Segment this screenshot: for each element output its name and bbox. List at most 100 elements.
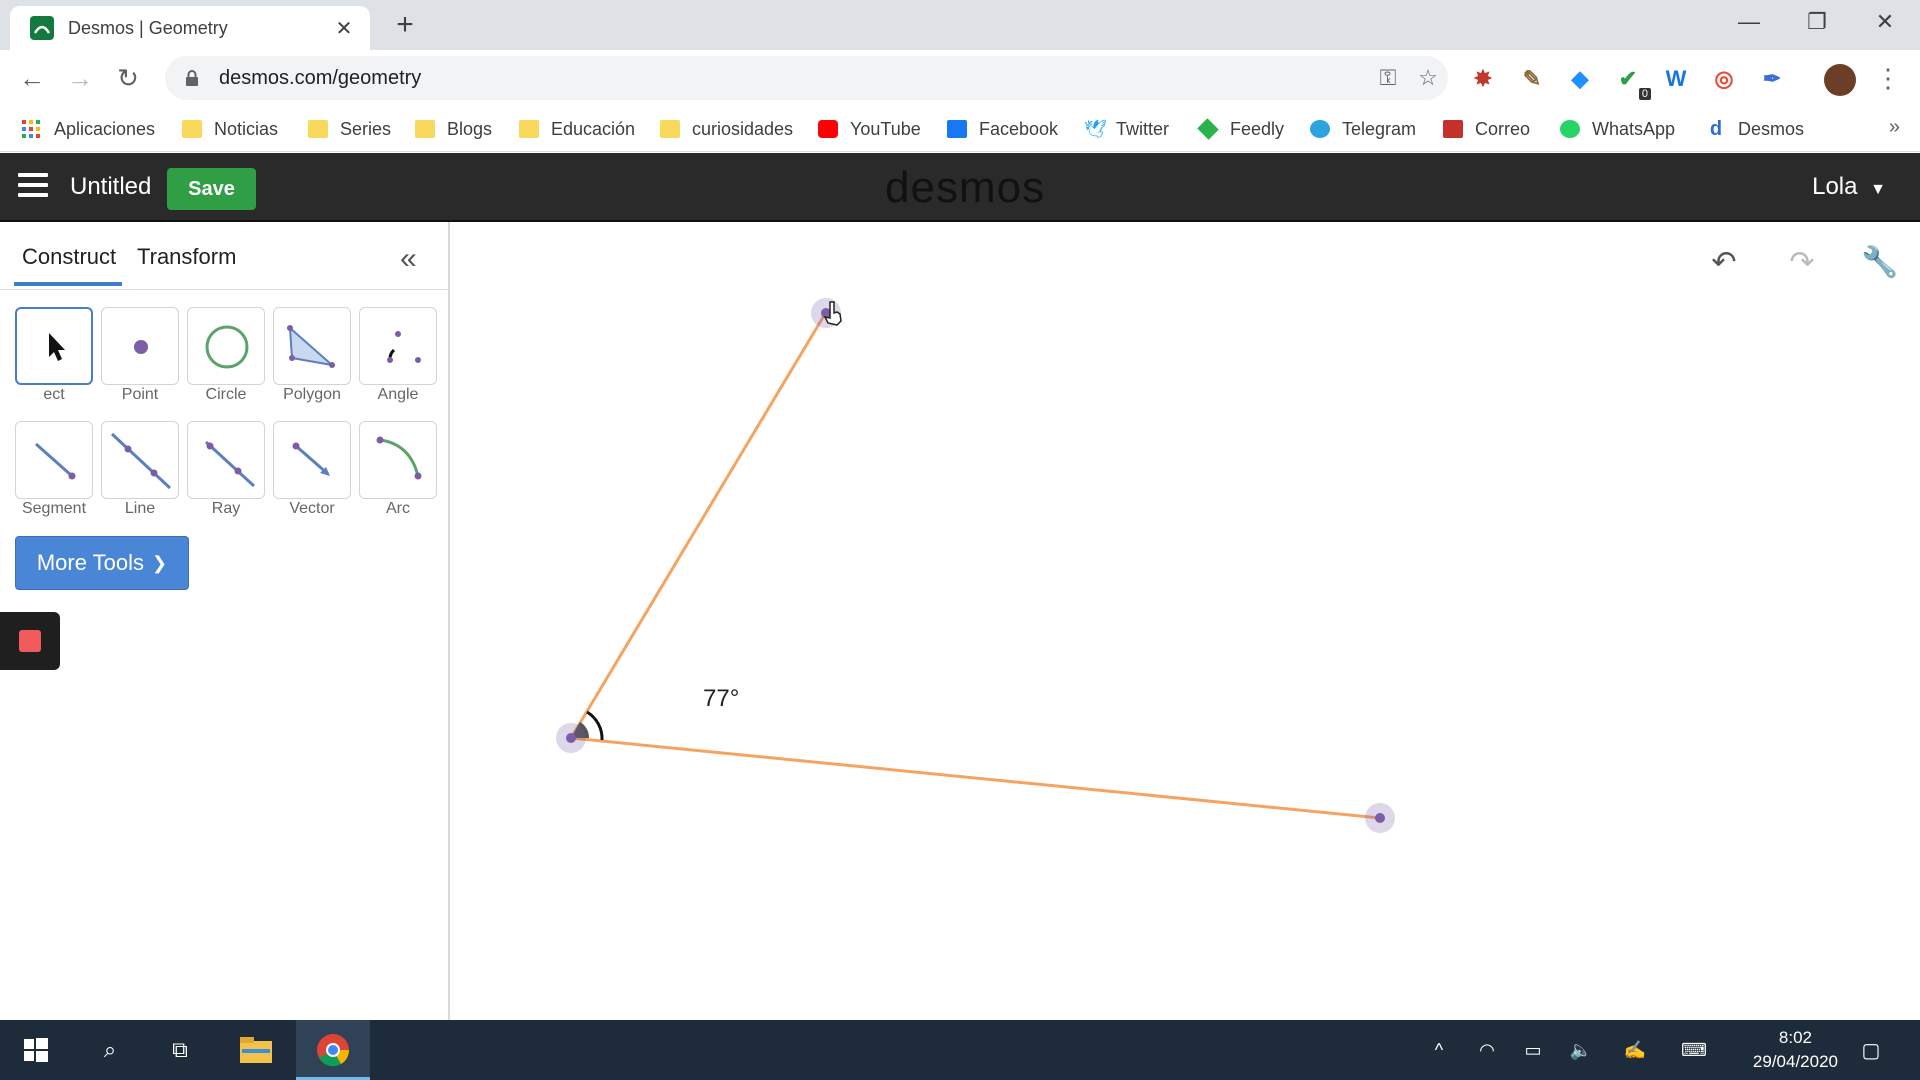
battery-icon[interactable]: ▭ xyxy=(1518,1030,1548,1070)
file-explorer-icon[interactable] xyxy=(236,1030,276,1070)
tab-transform[interactable]: Transform xyxy=(137,244,236,270)
browser-tab[interactable]: Desmos | Geometry ✕ xyxy=(10,6,370,50)
bookmark-blogs[interactable]: Blogs xyxy=(415,114,492,144)
hamburger-menu-icon[interactable] xyxy=(18,173,48,201)
bookmark-telegram[interactable]: Telegram xyxy=(1310,114,1416,144)
forward-arrow-icon[interactable]: → xyxy=(60,60,100,96)
tool-arc[interactable] xyxy=(359,421,437,499)
segment-b[interactable] xyxy=(570,736,1381,820)
bookmark-label: Facebook xyxy=(979,118,1059,139)
folder-icon xyxy=(308,120,328,138)
tool-point[interactable] xyxy=(101,307,179,385)
extension-red-gear-icon[interactable]: ✸ xyxy=(1468,64,1498,94)
app-header: Untitled Save desmos Lola ▼ xyxy=(0,153,1920,222)
tab-title: Desmos | Geometry xyxy=(68,17,228,38)
volume-icon[interactable]: 🔈 xyxy=(1566,1030,1596,1070)
bookmark-facebook[interactable]: Facebook xyxy=(947,114,1058,144)
more-tools-button[interactable]: More Tools ❯ xyxy=(15,536,189,590)
address-bar[interactable]: desmos.com/geometry ⚿ ☆ xyxy=(165,56,1448,100)
extension-feather-icon[interactable]: ✒ xyxy=(1757,64,1787,94)
key-icon[interactable]: ⚿ xyxy=(1368,65,1408,91)
recording-stop-button[interactable] xyxy=(0,612,60,670)
bookmark-label: Blogs xyxy=(447,118,493,139)
tool-polygon[interactable] xyxy=(273,307,351,385)
tool-ray[interactable] xyxy=(187,421,265,499)
tool-select[interactable] xyxy=(15,307,93,385)
bookmark-whatsapp[interactable]: WhatsApp xyxy=(1560,114,1675,144)
wifi-icon[interactable]: ◠ xyxy=(1472,1030,1502,1070)
more-tools-label: More Tools xyxy=(36,550,145,575)
bookmark-educacion[interactable]: Educación xyxy=(519,114,635,144)
desmos-logo: desmos xyxy=(885,163,1046,212)
bookmark-aplicaciones[interactable]: Aplicaciones xyxy=(22,114,155,144)
feedly-icon xyxy=(1197,118,1219,140)
bookmark-label: Educación xyxy=(551,118,636,139)
system-clock[interactable]: 8:02 29/04/2020 xyxy=(1753,1026,1838,1074)
bookmark-noticias[interactable]: Noticias xyxy=(182,114,278,144)
pointer-arrow-icon xyxy=(49,333,65,361)
telegram-icon xyxy=(1310,120,1330,138)
bookmark-youtube[interactable]: YouTube xyxy=(818,114,921,144)
panel-divider xyxy=(0,289,448,290)
bookmark-label: YouTube xyxy=(850,118,921,139)
bookmarks-bar: Aplicaciones Noticias Series Blogs Educa… xyxy=(0,106,1920,152)
menu-kebab-icon[interactable]: ⋮ xyxy=(1868,60,1908,96)
point-right[interactable] xyxy=(1375,813,1385,823)
bookmark-curiosidades[interactable]: curiosidades xyxy=(660,114,793,144)
clock-date: 29/04/2020 xyxy=(1752,1052,1838,1071)
restore-icon[interactable]: ❐ xyxy=(1782,0,1852,44)
windows-start-icon[interactable] xyxy=(18,1030,54,1070)
tool-angle[interactable] xyxy=(359,307,437,385)
line-icon xyxy=(110,432,172,490)
stop-icon xyxy=(19,630,41,652)
search-icon[interactable]: ⌕ xyxy=(90,1030,130,1070)
tab-construct[interactable]: Construct xyxy=(22,244,116,270)
star-icon[interactable]: ☆ xyxy=(1408,65,1448,91)
document-title[interactable]: Untitled xyxy=(70,167,151,207)
chrome-taskbar-button[interactable] xyxy=(296,1020,370,1080)
notifications-icon[interactable]: ▢ xyxy=(1856,1030,1886,1070)
bookmark-label: Twitter xyxy=(1116,118,1170,139)
bookmark-feedly[interactable]: Feedly xyxy=(1197,114,1284,144)
bookmark-twitter[interactable]: 🕊 Twitter xyxy=(1084,114,1169,144)
geometry-canvas[interactable]: ↶ ↷ 🔧 77° xyxy=(452,222,1920,1020)
chevron-up-icon[interactable]: ^ xyxy=(1424,1030,1454,1070)
reload-icon[interactable]: ↻ xyxy=(108,60,148,96)
bookmark-correo[interactable]: Correo xyxy=(1443,114,1530,144)
pen-icon[interactable]: ✍ xyxy=(1620,1030,1650,1070)
tool-line[interactable] xyxy=(101,421,179,499)
tool-vector[interactable] xyxy=(273,421,351,499)
tool-panel: Construct Transform « ect Point Circle P… xyxy=(0,222,450,1020)
url-text: desmos.com/geometry xyxy=(219,66,422,89)
extension-w-icon[interactable]: W xyxy=(1661,64,1691,94)
collapse-panel-icon[interactable]: « xyxy=(400,242,417,276)
bookmark-label: Desmos xyxy=(1738,118,1805,139)
extension-paint-icon[interactable]: ✎ xyxy=(1517,64,1547,94)
point-vertex[interactable] xyxy=(566,733,576,743)
tool-label: ect xyxy=(43,386,65,403)
bookmark-label: Noticias xyxy=(214,118,279,139)
mail-icon xyxy=(1443,120,1463,138)
tool-segment[interactable] xyxy=(15,421,93,499)
tool-circle[interactable] xyxy=(187,307,265,385)
minimize-icon[interactable]: — xyxy=(1714,0,1784,44)
extension-shield-icon[interactable]: ✔ 0 xyxy=(1613,64,1651,100)
close-tab-icon[interactable]: ✕ xyxy=(332,16,356,40)
segment-a[interactable] xyxy=(569,313,827,739)
bookmarks-overflow-icon[interactable]: » xyxy=(1889,116,1900,139)
task-view-icon[interactable]: ⧉ xyxy=(160,1030,200,1070)
close-window-icon[interactable]: ✕ xyxy=(1850,0,1920,44)
extension-diamond-icon[interactable]: ◆ xyxy=(1565,64,1595,94)
extension-swirl-icon[interactable]: ◎ xyxy=(1709,64,1739,94)
bookmark-label: curiosidades xyxy=(692,118,794,139)
user-menu[interactable]: Lola ▼ xyxy=(1812,167,1886,210)
construction-drawing xyxy=(556,298,1395,833)
lock-icon xyxy=(186,70,198,86)
bookmark-series[interactable]: Series xyxy=(308,114,391,144)
keyboard-icon[interactable]: ⌨ xyxy=(1676,1030,1712,1070)
bookmark-desmos[interactable]: d Desmos xyxy=(1706,114,1804,144)
save-button[interactable]: Save xyxy=(167,168,256,210)
back-arrow-icon[interactable]: ← xyxy=(12,60,52,96)
profile-avatar[interactable] xyxy=(1824,64,1856,96)
new-tab-icon[interactable]: + xyxy=(390,10,420,40)
